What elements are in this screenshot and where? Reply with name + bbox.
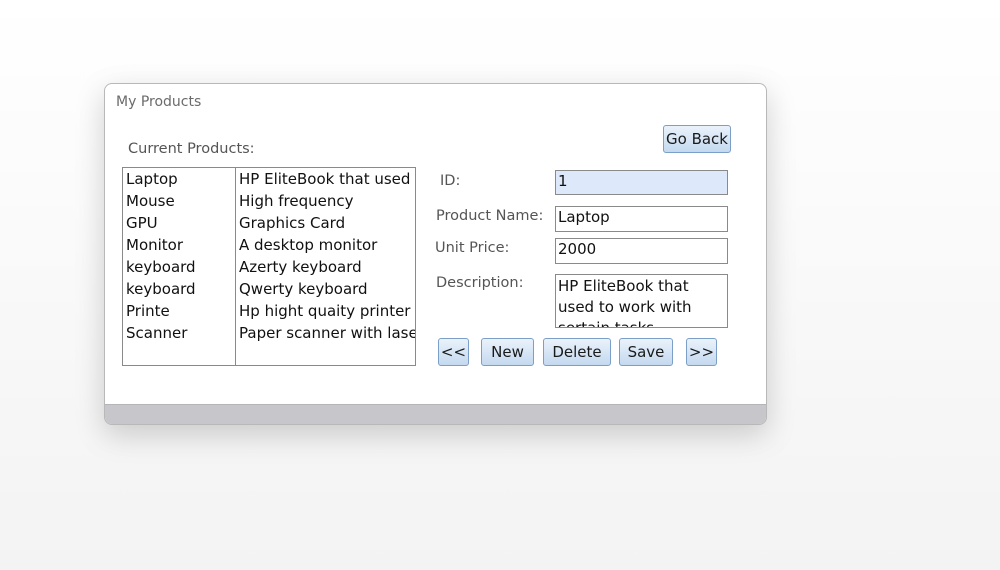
window-title: My Products (116, 94, 202, 110)
list-item-description: Azerty keyboard (239, 258, 362, 276)
list-item[interactable]: Mouse High frequency (123, 190, 415, 212)
next-button[interactable]: >> (686, 338, 717, 366)
description-label: Description: (436, 275, 524, 291)
list-item-name: Printe (126, 302, 170, 320)
list-item[interactable]: Printe Hp hight quaity printer (123, 300, 415, 322)
list-item-name: Scanner (126, 324, 188, 342)
delete-button[interactable]: Delete (543, 338, 611, 366)
id-label: ID: (440, 173, 461, 189)
go-back-button[interactable]: Go Back (663, 125, 731, 153)
product-name-field[interactable]: Laptop (555, 206, 728, 232)
list-item-description: HP EliteBook that used to (239, 170, 416, 188)
list-item-description: A desktop monitor (239, 236, 378, 254)
unit-price-field[interactable]: 2000 (555, 238, 728, 264)
list-item[interactable]: Monitor A desktop monitor (123, 234, 415, 256)
list-item-name: GPU (126, 214, 158, 232)
id-field[interactable]: 1 (555, 170, 728, 195)
list-item-description: Graphics Card (239, 214, 346, 232)
list-item-description: Qwerty keyboard (239, 280, 368, 298)
list-item-name: keyboard (126, 258, 196, 276)
status-bar (105, 404, 766, 424)
list-item[interactable]: keyboard Qwerty keyboard (123, 278, 415, 300)
previous-button[interactable]: << (438, 338, 469, 366)
list-item-name: Laptop (126, 170, 178, 188)
list-item-description: Hp hight quaity printer (239, 302, 411, 320)
list-item-name: keyboard (126, 280, 196, 298)
list-item-description: High frequency (239, 192, 354, 210)
new-button[interactable]: New (481, 338, 534, 366)
list-item-description: Paper scanner with laser t (239, 324, 416, 342)
save-button[interactable]: Save (619, 338, 673, 366)
list-item[interactable]: Scanner Paper scanner with laser t (123, 322, 415, 344)
products-window: My Products Go Back Current Products: La… (104, 83, 767, 425)
description-field[interactable]: HP EliteBook that used to work with sert… (555, 274, 728, 328)
products-list[interactable]: Laptop HP EliteBook that used to Mouse H… (122, 167, 416, 366)
list-item[interactable]: keyboard Azerty keyboard (123, 256, 415, 278)
current-products-heading: Current Products: (128, 141, 255, 157)
unit-price-label: Unit Price: (435, 240, 510, 256)
list-item-name: Monitor (126, 236, 184, 254)
list-item-name: Mouse (126, 192, 175, 210)
list-item[interactable]: Laptop HP EliteBook that used to (123, 168, 415, 190)
product-name-label: Product Name: (436, 208, 544, 224)
list-item[interactable]: GPU Graphics Card (123, 212, 415, 234)
